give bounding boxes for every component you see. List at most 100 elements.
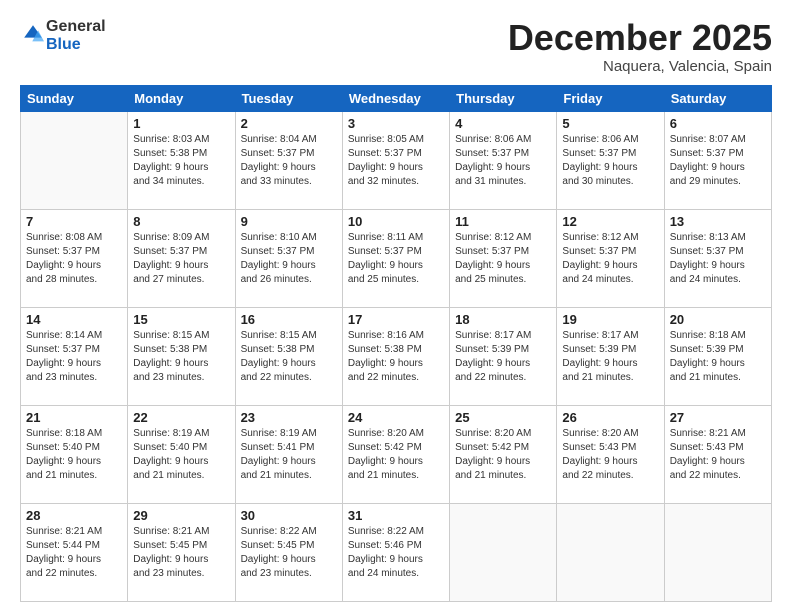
day-number: 13 [670, 214, 766, 229]
day-number: 23 [241, 410, 337, 425]
day-info: Sunrise: 8:19 AMSunset: 5:41 PMDaylight:… [241, 427, 337, 483]
day-number: 31 [348, 508, 444, 523]
table-row: 10 Sunrise: 8:11 AMSunset: 5:37 PMDayligh… [342, 209, 449, 307]
day-number: 17 [348, 312, 444, 327]
table-row: 30Sunrise: 8:22 AMSunset: 5:45 PMDayligh… [235, 503, 342, 601]
day-info: Sunrise: 8:13 AMSunset: 5:37 PMDaylight:… [670, 231, 766, 287]
table-row: 1Sunrise: 8:03 AMSunset: 5:38 PMDaylight… [128, 111, 235, 209]
location-subtitle: Naquera, Valencia, Spain [508, 58, 772, 75]
day-info: Sunrise: 8:19 AMSunset: 5:40 PMDaylight:… [133, 427, 229, 483]
day-info: Sunrise: 8:18 AMSunset: 5:39 PMDaylight:… [670, 329, 766, 385]
page: General Blue December 2025 Naquera, Vale… [0, 0, 792, 612]
day-number: 18 [455, 312, 551, 327]
day-number: 3 [348, 116, 444, 131]
day-info: Sunrise: 8:21 AMSunset: 5:45 PMDaylight:… [133, 525, 229, 581]
day-number: 16 [241, 312, 337, 327]
logo-general: General [46, 18, 106, 35]
day-number: 20 [670, 312, 766, 327]
col-tuesday: Tuesday [235, 85, 342, 111]
day-info: Sunrise: 8:20 AMSunset: 5:42 PMDaylight:… [455, 427, 551, 483]
table-row: 16 Sunrise: 8:15 AMSunset: 5:38 PMDayligh… [235, 307, 342, 405]
day-number: 15 [133, 312, 229, 327]
calendar-header-row: Sunday Monday Tuesday Wednesday Thursday… [21, 85, 772, 111]
day-info: Sunrise: 8:14 AMSunset: 5:37 PMDaylight:… [26, 329, 122, 385]
logo-icon [22, 23, 44, 45]
table-row [557, 503, 664, 601]
day-info: Sunrise: 8:08 AMSunset: 5:37 PMDaylight:… [26, 231, 122, 287]
day-number: 19 [562, 312, 658, 327]
col-saturday: Saturday [664, 85, 771, 111]
calendar-week-row: 28 Sunrise: 8:21 AMSunset: 5:44 PMDayligh… [21, 503, 772, 601]
col-friday: Friday [557, 85, 664, 111]
day-info: Sunrise: 8:03 AMSunset: 5:38 PMDaylight:… [133, 133, 229, 189]
day-number: 14 [26, 312, 122, 327]
day-info: Sunrise: 8:21 AMSunset: 5:44 PMDaylight:… [26, 525, 122, 581]
calendar-week-row: 7Sunrise: 8:08 AMSunset: 5:37 PMDaylight… [21, 209, 772, 307]
day-info: Sunrise: 8:11 AMSunset: 5:37 PMDaylight:… [348, 231, 444, 287]
day-number: 11 [455, 214, 551, 229]
table-row: 8 Sunrise: 8:09 AMSunset: 5:37 PMDaylight… [128, 209, 235, 307]
table-row: 6 Sunrise: 8:07 AMSunset: 5:37 PMDaylight… [664, 111, 771, 209]
day-number: 2 [241, 116, 337, 131]
table-row: 27 Sunrise: 8:21 AMSunset: 5:43 PMDayligh… [664, 405, 771, 503]
day-number: 28 [26, 508, 122, 523]
table-row: 28 Sunrise: 8:21 AMSunset: 5:44 PMDayligh… [21, 503, 128, 601]
day-info: Sunrise: 8:20 AMSunset: 5:42 PMDaylight:… [348, 427, 444, 483]
table-row: 25Sunrise: 8:20 AMSunset: 5:42 PMDayligh… [450, 405, 557, 503]
day-info: Sunrise: 8:18 AMSunset: 5:40 PMDaylight:… [26, 427, 122, 483]
day-info: Sunrise: 8:07 AMSunset: 5:37 PMDaylight:… [670, 133, 766, 189]
table-row: 22 Sunrise: 8:19 AMSunset: 5:40 PMDayligh… [128, 405, 235, 503]
day-number: 8 [133, 214, 229, 229]
table-row: 7Sunrise: 8:08 AMSunset: 5:37 PMDaylight… [21, 209, 128, 307]
day-number: 12 [562, 214, 658, 229]
logo: General Blue [20, 18, 106, 55]
col-wednesday: Wednesday [342, 85, 449, 111]
day-number: 9 [241, 214, 337, 229]
day-number: 6 [670, 116, 766, 131]
table-row: 24 Sunrise: 8:20 AMSunset: 5:42 PMDayligh… [342, 405, 449, 503]
day-number: 24 [348, 410, 444, 425]
col-thursday: Thursday [450, 85, 557, 111]
table-row: 13 Sunrise: 8:13 AMSunset: 5:37 PMDayligh… [664, 209, 771, 307]
title-block: December 2025 Naquera, Valencia, Spain [508, 18, 772, 75]
day-info: Sunrise: 8:21 AMSunset: 5:43 PMDaylight:… [670, 427, 766, 483]
day-info: Sunrise: 8:09 AMSunset: 5:37 PMDaylight:… [133, 231, 229, 287]
calendar-week-row: 21Sunrise: 8:18 AMSunset: 5:40 PMDayligh… [21, 405, 772, 503]
table-row: 14 Sunrise: 8:14 AMSunset: 5:37 PMDayligh… [21, 307, 128, 405]
day-number: 10 [348, 214, 444, 229]
day-info: Sunrise: 8:15 AMSunset: 5:38 PMDaylight:… [133, 329, 229, 385]
day-info: Sunrise: 8:06 AMSunset: 5:37 PMDaylight:… [562, 133, 658, 189]
table-row: 17 Sunrise: 8:16 AMSunset: 5:38 PMDayligh… [342, 307, 449, 405]
day-number: 22 [133, 410, 229, 425]
month-title: December 2025 [508, 18, 772, 58]
table-row: 11 Sunrise: 8:12 AMSunset: 5:37 PMDayligh… [450, 209, 557, 307]
day-number: 26 [562, 410, 658, 425]
header: General Blue December 2025 Naquera, Vale… [20, 18, 772, 75]
day-info: Sunrise: 8:17 AMSunset: 5:39 PMDaylight:… [562, 329, 658, 385]
table-row: 5Sunrise: 8:06 AMSunset: 5:37 PMDaylight… [557, 111, 664, 209]
table-row: 15 Sunrise: 8:15 AMSunset: 5:38 PMDayligh… [128, 307, 235, 405]
table-row: 12Sunrise: 8:12 AMSunset: 5:37 PMDayligh… [557, 209, 664, 307]
day-info: Sunrise: 8:04 AMSunset: 5:37 PMDaylight:… [241, 133, 337, 189]
table-row: 2 Sunrise: 8:04 AMSunset: 5:37 PMDaylight… [235, 111, 342, 209]
table-row: 18 Sunrise: 8:17 AMSunset: 5:39 PMDayligh… [450, 307, 557, 405]
day-info: Sunrise: 8:05 AMSunset: 5:37 PMDaylight:… [348, 133, 444, 189]
day-info: Sunrise: 8:22 AMSunset: 5:46 PMDaylight:… [348, 525, 444, 581]
table-row [450, 503, 557, 601]
table-row: 26 Sunrise: 8:20 AMSunset: 5:43 PMDayligh… [557, 405, 664, 503]
day-number: 27 [670, 410, 766, 425]
day-info: Sunrise: 8:16 AMSunset: 5:38 PMDaylight:… [348, 329, 444, 385]
calendar-week-row: 14 Sunrise: 8:14 AMSunset: 5:37 PMDayligh… [21, 307, 772, 405]
calendar-table: Sunday Monday Tuesday Wednesday Thursday… [20, 85, 772, 602]
day-info: Sunrise: 8:12 AMSunset: 5:37 PMDaylight:… [455, 231, 551, 287]
day-info: Sunrise: 8:20 AMSunset: 5:43 PMDaylight:… [562, 427, 658, 483]
table-row [21, 111, 128, 209]
table-row: 29Sunrise: 8:21 AMSunset: 5:45 PMDayligh… [128, 503, 235, 601]
table-row: 20 Sunrise: 8:18 AMSunset: 5:39 PMDayligh… [664, 307, 771, 405]
col-sunday: Sunday [21, 85, 128, 111]
day-info: Sunrise: 8:17 AMSunset: 5:39 PMDaylight:… [455, 329, 551, 385]
table-row [664, 503, 771, 601]
day-info: Sunrise: 8:15 AMSunset: 5:38 PMDaylight:… [241, 329, 337, 385]
table-row: 21Sunrise: 8:18 AMSunset: 5:40 PMDayligh… [21, 405, 128, 503]
table-row: 3 Sunrise: 8:05 AMSunset: 5:37 PMDaylight… [342, 111, 449, 209]
